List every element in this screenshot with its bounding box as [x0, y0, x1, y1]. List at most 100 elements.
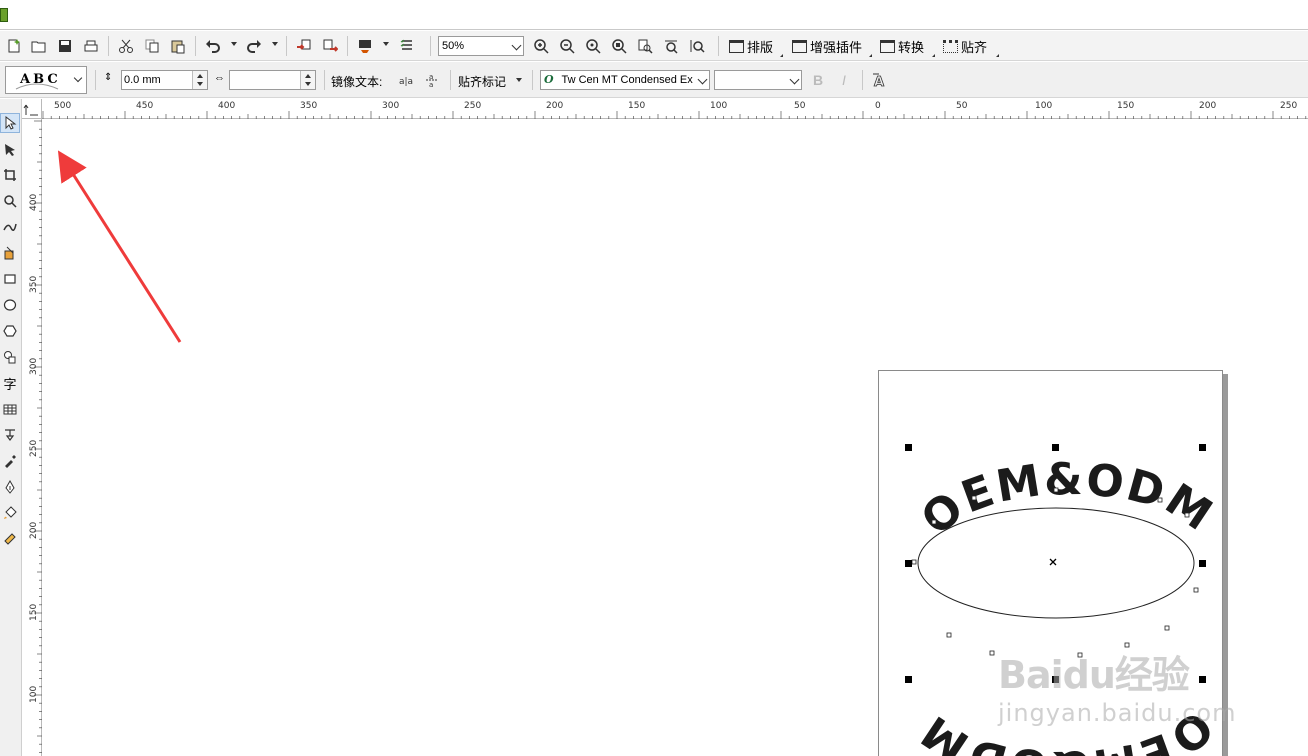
table-tool-icon[interactable]: [0, 399, 20, 419]
shape-tool-icon[interactable]: [0, 139, 20, 159]
distance-from-path-icon: ⇕: [104, 72, 113, 83]
menu-button-convert[interactable]: 转换: [880, 37, 924, 55]
selection-handle[interactable]: [905, 560, 912, 567]
outline-pen-tool-icon[interactable]: [0, 477, 20, 497]
menu-button-plugins[interactable]: 增强插件: [792, 37, 862, 55]
distance-from-path-field[interactable]: 0.0 mm: [121, 70, 208, 90]
eyedropper-tool-icon[interactable]: [0, 451, 20, 471]
interactive-fill-tool-icon[interactable]: [0, 529, 20, 549]
launcher-dropdown-icon[interactable]: [383, 42, 389, 46]
selection-handle[interactable]: [905, 676, 912, 683]
snap-marks-dropdown-icon[interactable]: [516, 78, 522, 82]
smart-fill-tool-icon[interactable]: [0, 243, 20, 263]
pick-tool-icon[interactable]: [0, 113, 20, 133]
ruler-origin-corner[interactable]: [22, 99, 42, 119]
ruler-label: 250: [1280, 101, 1298, 111]
plugins-icon: [792, 39, 807, 53]
plugins-more-icon[interactable]: [866, 54, 872, 57]
selection-handle[interactable]: [1052, 444, 1059, 451]
menu-button-layout-label: 排版: [747, 39, 774, 55]
menu-button-snap-label: 贴齐: [961, 39, 988, 55]
drawing-canvas[interactable]: OEM&ODM OEM&ODM: [43, 120, 1308, 756]
ruler-label: 100: [1035, 101, 1053, 111]
layout-icon: [729, 39, 744, 53]
mirror-horizontal-icon[interactable]: a|a: [396, 71, 416, 89]
font-family-select[interactable]: O Tw Cen MT Condensed Ex: [540, 70, 710, 90]
zoom-to-all-objects-icon[interactable]: [609, 37, 629, 55]
bold-icon[interactable]: B: [808, 71, 828, 89]
font-size-select[interactable]: [714, 70, 802, 90]
horizontal-ruler[interactable]: 500 450 400 350 300 250 200 150 100 50 0…: [42, 99, 1308, 119]
annotation-arrow: [57, 150, 182, 343]
snap-more-icon[interactable]: [993, 54, 999, 57]
arc-text-preview-label: ABC: [20, 72, 61, 87]
ruler-label: 50: [794, 101, 806, 111]
zoom-to-selected-icon[interactable]: [583, 37, 603, 55]
zoom-tool-icon[interactable]: [0, 191, 20, 211]
snap-marks-button[interactable]: 贴齐标记: [458, 73, 506, 90]
selection-handle[interactable]: [1199, 560, 1206, 567]
toolbar-separator: [718, 36, 719, 56]
menu-button-layout[interactable]: 排版: [729, 37, 773, 55]
save-icon[interactable]: [55, 37, 75, 55]
selection-handle[interactable]: [1199, 444, 1206, 451]
text-tool-icon[interactable]: 字: [0, 373, 20, 393]
application-launcher-icon[interactable]: [355, 37, 375, 55]
zoom-out-icon[interactable]: [557, 37, 577, 55]
layout-more-icon[interactable]: [777, 54, 783, 57]
cut-icon[interactable]: [116, 37, 136, 55]
zoom-in-icon[interactable]: [531, 37, 551, 55]
redo-dropdown-icon[interactable]: [272, 42, 278, 46]
undo-dropdown-icon[interactable]: [231, 42, 237, 46]
paste-icon[interactable]: [168, 37, 188, 55]
undo-icon[interactable]: [203, 37, 223, 55]
snap-icon: [943, 39, 958, 53]
offset-spinner-icon[interactable]: [300, 71, 315, 89]
ruler-label: 150: [1117, 101, 1135, 111]
export-icon[interactable]: [320, 37, 340, 55]
toolbar-separator: [450, 70, 451, 90]
redo-icon[interactable]: [244, 37, 264, 55]
freehand-tool-icon[interactable]: [0, 217, 20, 237]
text-orientation-preset-select[interactable]: ABC: [5, 66, 87, 94]
new-document-icon[interactable]: [4, 37, 24, 55]
zoom-page-height-icon[interactable]: [687, 37, 707, 55]
mirror-text-label: 镜像文本:: [331, 75, 383, 89]
copy-icon[interactable]: [142, 37, 162, 55]
open-folder-icon[interactable]: [29, 37, 49, 55]
distance-spinner-icon[interactable]: [192, 71, 207, 89]
zoom-to-page-icon[interactable]: [635, 37, 655, 55]
italic-icon[interactable]: I: [834, 71, 854, 89]
horizontal-offset-field[interactable]: [229, 70, 316, 90]
zoom-page-width-icon[interactable]: [661, 37, 681, 55]
distance-from-path-value: 0.0 mm: [124, 74, 161, 86]
rectangle-tool-icon[interactable]: [0, 269, 20, 289]
ruler-label: 500: [54, 101, 72, 111]
character-formatting-icon[interactable]: A: [870, 71, 890, 89]
ruler-label: 350: [29, 275, 39, 293]
zoom-level-value: 50%: [442, 40, 465, 52]
zoom-level-select[interactable]: 50%: [438, 36, 524, 56]
toolbar-separator: [430, 36, 431, 56]
ruler-label: 250: [464, 101, 482, 111]
selection-handle[interactable]: [905, 444, 912, 451]
print-icon[interactable]: [81, 37, 101, 55]
import-icon[interactable]: [294, 37, 314, 55]
watermark-brand: Baidu经验: [998, 653, 1190, 697]
polygon-tool-icon[interactable]: [0, 321, 20, 341]
fill-tool-icon[interactable]: [0, 503, 20, 523]
mirror-vertical-icon[interactable]: aa: [422, 71, 442, 89]
ruler-label: 50: [956, 101, 968, 111]
convert-more-icon[interactable]: [929, 54, 935, 57]
vertical-ruler[interactable]: 400 350 300 250 200 150 100: [22, 119, 42, 756]
arc-text-top[interactable]: OEM&ODM: [912, 454, 1223, 546]
dimension-tool-icon[interactable]: [0, 425, 20, 445]
ellipse-tool-icon[interactable]: [0, 295, 20, 315]
watermark-url: jingyan.baidu.com: [998, 699, 1237, 727]
menu-button-snap[interactable]: 贴齐: [943, 37, 987, 55]
basic-shapes-tool-icon[interactable]: [0, 347, 20, 367]
options-icon[interactable]: [397, 37, 417, 55]
convert-icon: [880, 39, 895, 53]
ruler-label: 450: [136, 101, 154, 111]
crop-tool-icon[interactable]: [0, 165, 20, 185]
